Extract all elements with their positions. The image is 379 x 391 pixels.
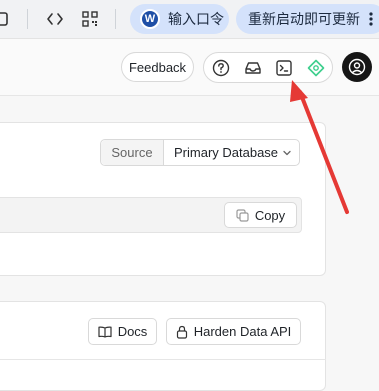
- terminal-icon[interactable]: [275, 59, 293, 77]
- copy-button[interactable]: Copy: [224, 202, 297, 228]
- source-label: Source: [101, 140, 164, 165]
- help-icon[interactable]: [212, 59, 230, 77]
- book-icon: [98, 326, 112, 338]
- docs-label: Docs: [117, 324, 148, 339]
- browser-toolbar: W 输入口令 重新启动即可更新: [0, 0, 379, 39]
- source-selector[interactable]: Source Primary Database: [100, 139, 300, 166]
- card-divider: [0, 359, 326, 360]
- app-header: Feedback: [0, 39, 379, 96]
- inbox-icon[interactable]: [244, 59, 262, 77]
- copy-icon: [236, 208, 249, 222]
- harden-label: Harden Data API: [193, 324, 292, 339]
- restart-pill-label: 重新启动即可更新: [248, 11, 360, 27]
- command-input-pill[interactable]: W 输入口令: [130, 4, 229, 34]
- user-avatar[interactable]: [342, 52, 372, 82]
- more-vertical-icon[interactable]: [368, 11, 374, 27]
- copy-label: Copy: [254, 207, 286, 223]
- code-icon[interactable]: [46, 10, 64, 28]
- ai-assistant-icon[interactable]: [307, 59, 325, 77]
- window-icon[interactable]: [0, 10, 12, 28]
- restart-update-pill[interactable]: 重新启动即可更新: [236, 4, 379, 34]
- header-tool-group: [203, 52, 333, 83]
- data-api-card: [0, 301, 326, 391]
- toolbar-divider: [115, 9, 116, 29]
- docs-button[interactable]: Docs: [88, 318, 157, 345]
- qr-code-icon[interactable]: [81, 10, 99, 28]
- w-logo-icon: W: [140, 9, 160, 29]
- chevron-down-icon: [283, 150, 291, 156]
- toolbar-divider: [27, 9, 28, 29]
- feedback-button[interactable]: Feedback: [121, 52, 194, 82]
- harden-data-api-button[interactable]: Harden Data API: [166, 318, 301, 345]
- command-pill-label: 输入口令: [168, 11, 224, 27]
- source-value: Primary Database: [174, 145, 279, 160]
- lock-icon: [176, 325, 187, 339]
- user-icon: [348, 58, 366, 76]
